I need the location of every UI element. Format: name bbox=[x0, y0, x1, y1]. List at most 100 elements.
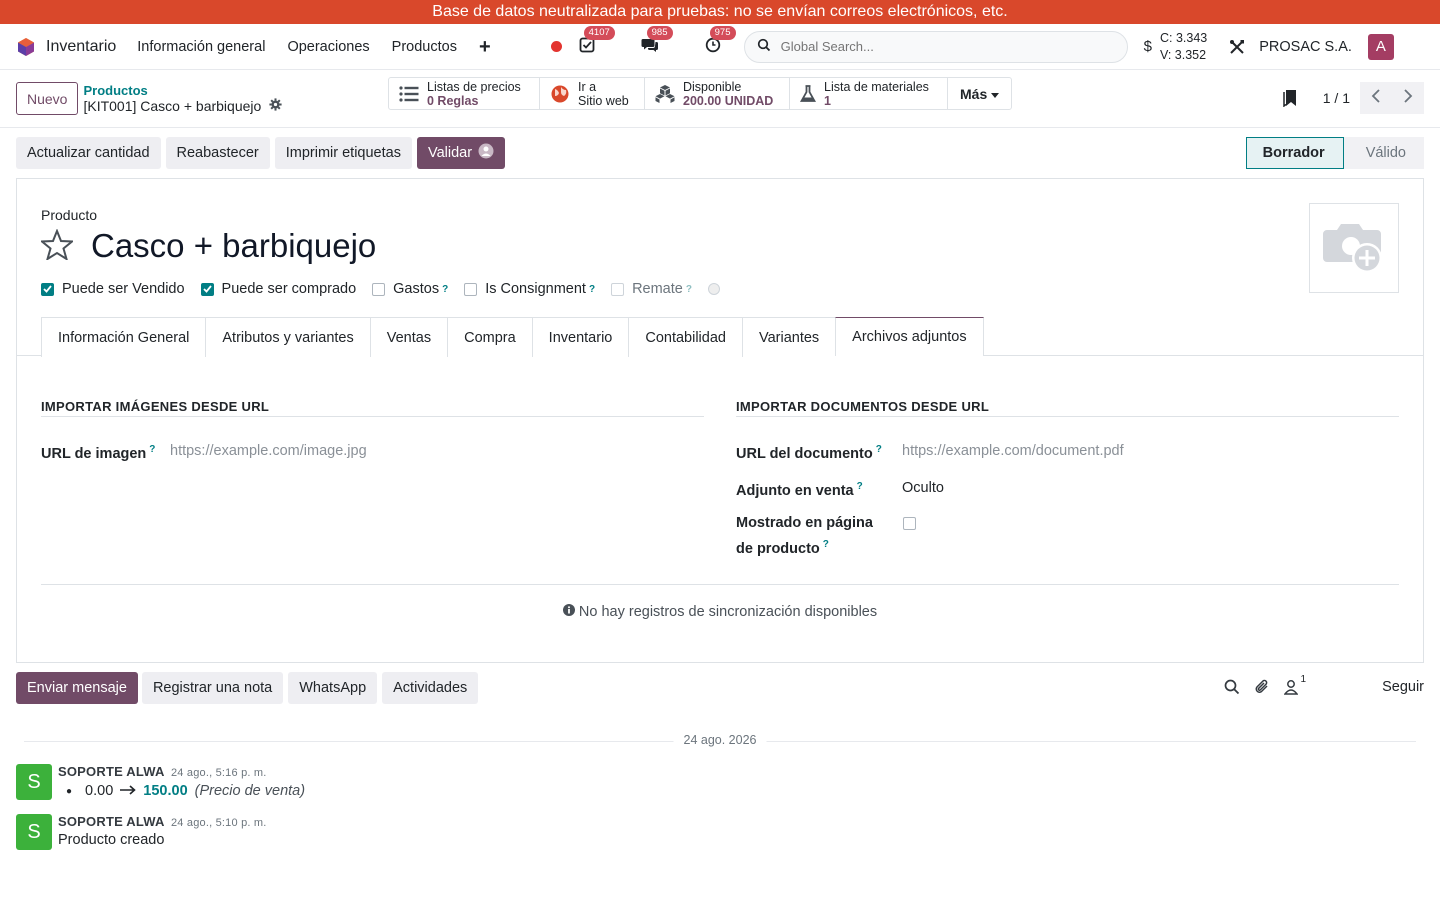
expense-checkbox[interactable]: Gastos? bbox=[372, 281, 448, 297]
global-search[interactable] bbox=[743, 30, 1128, 63]
recording-status-dot[interactable] bbox=[550, 41, 562, 52]
author-avatar[interactable]: S bbox=[16, 764, 52, 800]
paperclip-icon[interactable] bbox=[1254, 678, 1270, 698]
tab-archivos-adjuntos[interactable]: Archivos adjuntos bbox=[835, 317, 984, 356]
product-name[interactable]: Casco + barbiquejo bbox=[91, 227, 376, 265]
tab-ventas[interactable]: Ventas bbox=[369, 317, 448, 357]
tab-informacion-general[interactable]: Información General bbox=[41, 317, 206, 357]
shown-label-line2: de producto bbox=[736, 540, 820, 557]
sale-ok-checkbox[interactable]: Puede ser Vendido bbox=[41, 281, 185, 297]
followers-button[interactable]: 1 bbox=[1283, 674, 1306, 698]
new-button[interactable]: Nuevo bbox=[16, 82, 79, 115]
clock-systray[interactable]: 975 bbox=[703, 25, 736, 57]
help-tooltip-icon[interactable]: ? bbox=[442, 284, 448, 295]
help-tooltip-icon[interactable]: ? bbox=[686, 284, 692, 295]
stage-valido[interactable]: Válido bbox=[1343, 137, 1424, 169]
checkbox-unchecked[interactable] bbox=[611, 282, 625, 296]
tab-contabilidad[interactable]: Contabilidad bbox=[628, 317, 742, 357]
follow-button[interactable]: Seguir bbox=[1382, 679, 1424, 695]
whatsapp-button[interactable]: WhatsApp bbox=[288, 671, 378, 704]
help-tooltip-icon[interactable]: ? bbox=[589, 284, 595, 295]
product-image-upload[interactable] bbox=[1309, 203, 1399, 293]
user-avatar[interactable]: A bbox=[1367, 33, 1394, 60]
no-sync-text: No hay registros de sincronización dispo… bbox=[578, 604, 878, 620]
gear-icon[interactable] bbox=[269, 98, 282, 114]
smart-button-onhand[interactable]: Disponible 200.00 UNIDAD bbox=[645, 78, 790, 109]
print-labels-button[interactable]: Imprimir etiquetas bbox=[274, 137, 412, 169]
message-body: Producto creado bbox=[58, 832, 165, 848]
help-tooltip-icon[interactable]: ? bbox=[149, 444, 155, 455]
tools-icon[interactable] bbox=[1229, 39, 1245, 55]
company-switcher[interactable]: PROSAC S.A. bbox=[1259, 39, 1352, 55]
consignment-checkbox[interactable]: Is Consignment? bbox=[464, 281, 595, 297]
activities-systray[interactable]: 4107 bbox=[577, 25, 615, 57]
search-messages-icon[interactable] bbox=[1224, 679, 1240, 698]
image-url-label-text: URL de imagen bbox=[41, 445, 147, 462]
message-author[interactable]: SOPORTE ALWA bbox=[58, 814, 164, 829]
message-date: 24 ago., 5:10 p. m. bbox=[170, 817, 267, 829]
tab-compra[interactable]: Compra bbox=[447, 317, 532, 357]
stage-borrador[interactable]: Borrador bbox=[1245, 137, 1344, 169]
buy-rate: C: 3.343 bbox=[1159, 30, 1208, 45]
no-sync-message: No hay registros de sincronización dispo… bbox=[17, 604, 1423, 620]
star-icon[interactable] bbox=[39, 228, 75, 263]
send-message-button[interactable]: Enviar mensaje bbox=[16, 671, 138, 704]
bookmark-icon[interactable] bbox=[1283, 89, 1297, 107]
log-note-button[interactable]: Registrar una nota bbox=[141, 671, 284, 704]
pricelists-label: Listas de precios bbox=[427, 79, 521, 94]
remate-checkbox[interactable]: Remate? bbox=[611, 281, 692, 297]
message-date: 24 ago., 5:16 p. m. bbox=[170, 767, 267, 779]
activities-badge: 4107 bbox=[583, 25, 615, 40]
messages-systray[interactable]: 985 bbox=[640, 25, 673, 57]
image-url-input[interactable]: https://example.com/image.jpg bbox=[170, 443, 367, 459]
purchase-ok-checkbox[interactable]: Puede ser comprado bbox=[200, 281, 356, 297]
replenish-button[interactable]: Reabastecer bbox=[165, 137, 270, 169]
app-name[interactable]: Inventario bbox=[46, 38, 116, 56]
checkbox-checked[interactable] bbox=[41, 282, 54, 296]
message-author[interactable]: SOPORTE ALWA bbox=[58, 764, 164, 779]
checkbox-unchecked[interactable] bbox=[464, 282, 478, 296]
cubes-icon bbox=[655, 84, 675, 103]
pager-value[interactable]: 1 / 1 bbox=[1323, 90, 1350, 106]
form-statusbar: Actualizar cantidad Reabastecer Imprimir… bbox=[16, 137, 1424, 170]
quick-create-plus[interactable]: + bbox=[479, 37, 491, 57]
smart-buttons: Listas de precios 0 Reglas Ir a Sitio web … bbox=[388, 77, 1013, 110]
currency-rates[interactable]: $ C: 3.343 V: 3.352 bbox=[1144, 30, 1208, 64]
inventory-app-icon[interactable] bbox=[16, 37, 36, 57]
smart-button-pricelists[interactable]: Listas de precios 0 Reglas bbox=[389, 78, 540, 109]
update-quantity-button[interactable]: Actualizar cantidad bbox=[16, 137, 161, 169]
sale-attachment-select[interactable]: Oculto bbox=[902, 480, 944, 496]
chatter-message: S SOPORTE ALWA 24 ago., 5:10 p. m. Produ… bbox=[16, 814, 267, 850]
validate-button[interactable]: Validar bbox=[416, 137, 506, 169]
help-tooltip-icon[interactable]: ? bbox=[823, 539, 829, 550]
camera-plus-icon bbox=[1319, 216, 1389, 281]
tracking-field-name: (Precio de venta) bbox=[194, 783, 306, 799]
checkbox-checked[interactable] bbox=[200, 282, 214, 296]
pager-previous[interactable] bbox=[1360, 82, 1392, 114]
pager-next[interactable] bbox=[1392, 82, 1424, 114]
menu-productos[interactable]: Productos bbox=[392, 39, 457, 55]
smart-button-website[interactable]: Ir a Sitio web bbox=[540, 78, 645, 109]
more-button[interactable]: Más bbox=[948, 78, 1011, 109]
author-avatar[interactable]: S bbox=[16, 814, 52, 850]
checkbox-unchecked[interactable] bbox=[372, 282, 386, 296]
shown-on-product-page-checkbox[interactable] bbox=[903, 517, 916, 530]
smart-button-bom[interactable]: Lista de materiales 1 bbox=[790, 78, 948, 109]
tab-variantes[interactable]: Variantes bbox=[741, 317, 836, 357]
menu-operaciones[interactable]: Operaciones bbox=[287, 39, 369, 55]
neutralized-db-banner: Base de datos neutralizada para pruebas:… bbox=[0, 0, 1440, 24]
product-label: Producto bbox=[41, 207, 98, 223]
section-title-import-documents: IMPORTAR DOCUMENTOS DESDE URL bbox=[736, 399, 990, 414]
menu-informacion-general[interactable]: Información general bbox=[137, 39, 265, 55]
help-tooltip-icon[interactable]: ? bbox=[876, 444, 882, 455]
activities-button[interactable]: Actividades bbox=[382, 671, 479, 704]
status-stages: Borrador Válido bbox=[1245, 137, 1424, 169]
tab-inventario[interactable]: Inventario bbox=[531, 317, 629, 357]
global-search-input[interactable] bbox=[780, 39, 1081, 54]
tab-atributos-variantes[interactable]: Atributos y variantes bbox=[205, 317, 370, 357]
breadcrumb-productos[interactable]: Productos bbox=[83, 83, 282, 98]
document-url-input[interactable]: https://example.com/document.pdf bbox=[902, 443, 1124, 459]
help-tooltip-icon[interactable]: ? bbox=[857, 481, 863, 492]
radio-indicator[interactable] bbox=[707, 283, 720, 295]
expense-label: Gastos bbox=[393, 281, 440, 297]
